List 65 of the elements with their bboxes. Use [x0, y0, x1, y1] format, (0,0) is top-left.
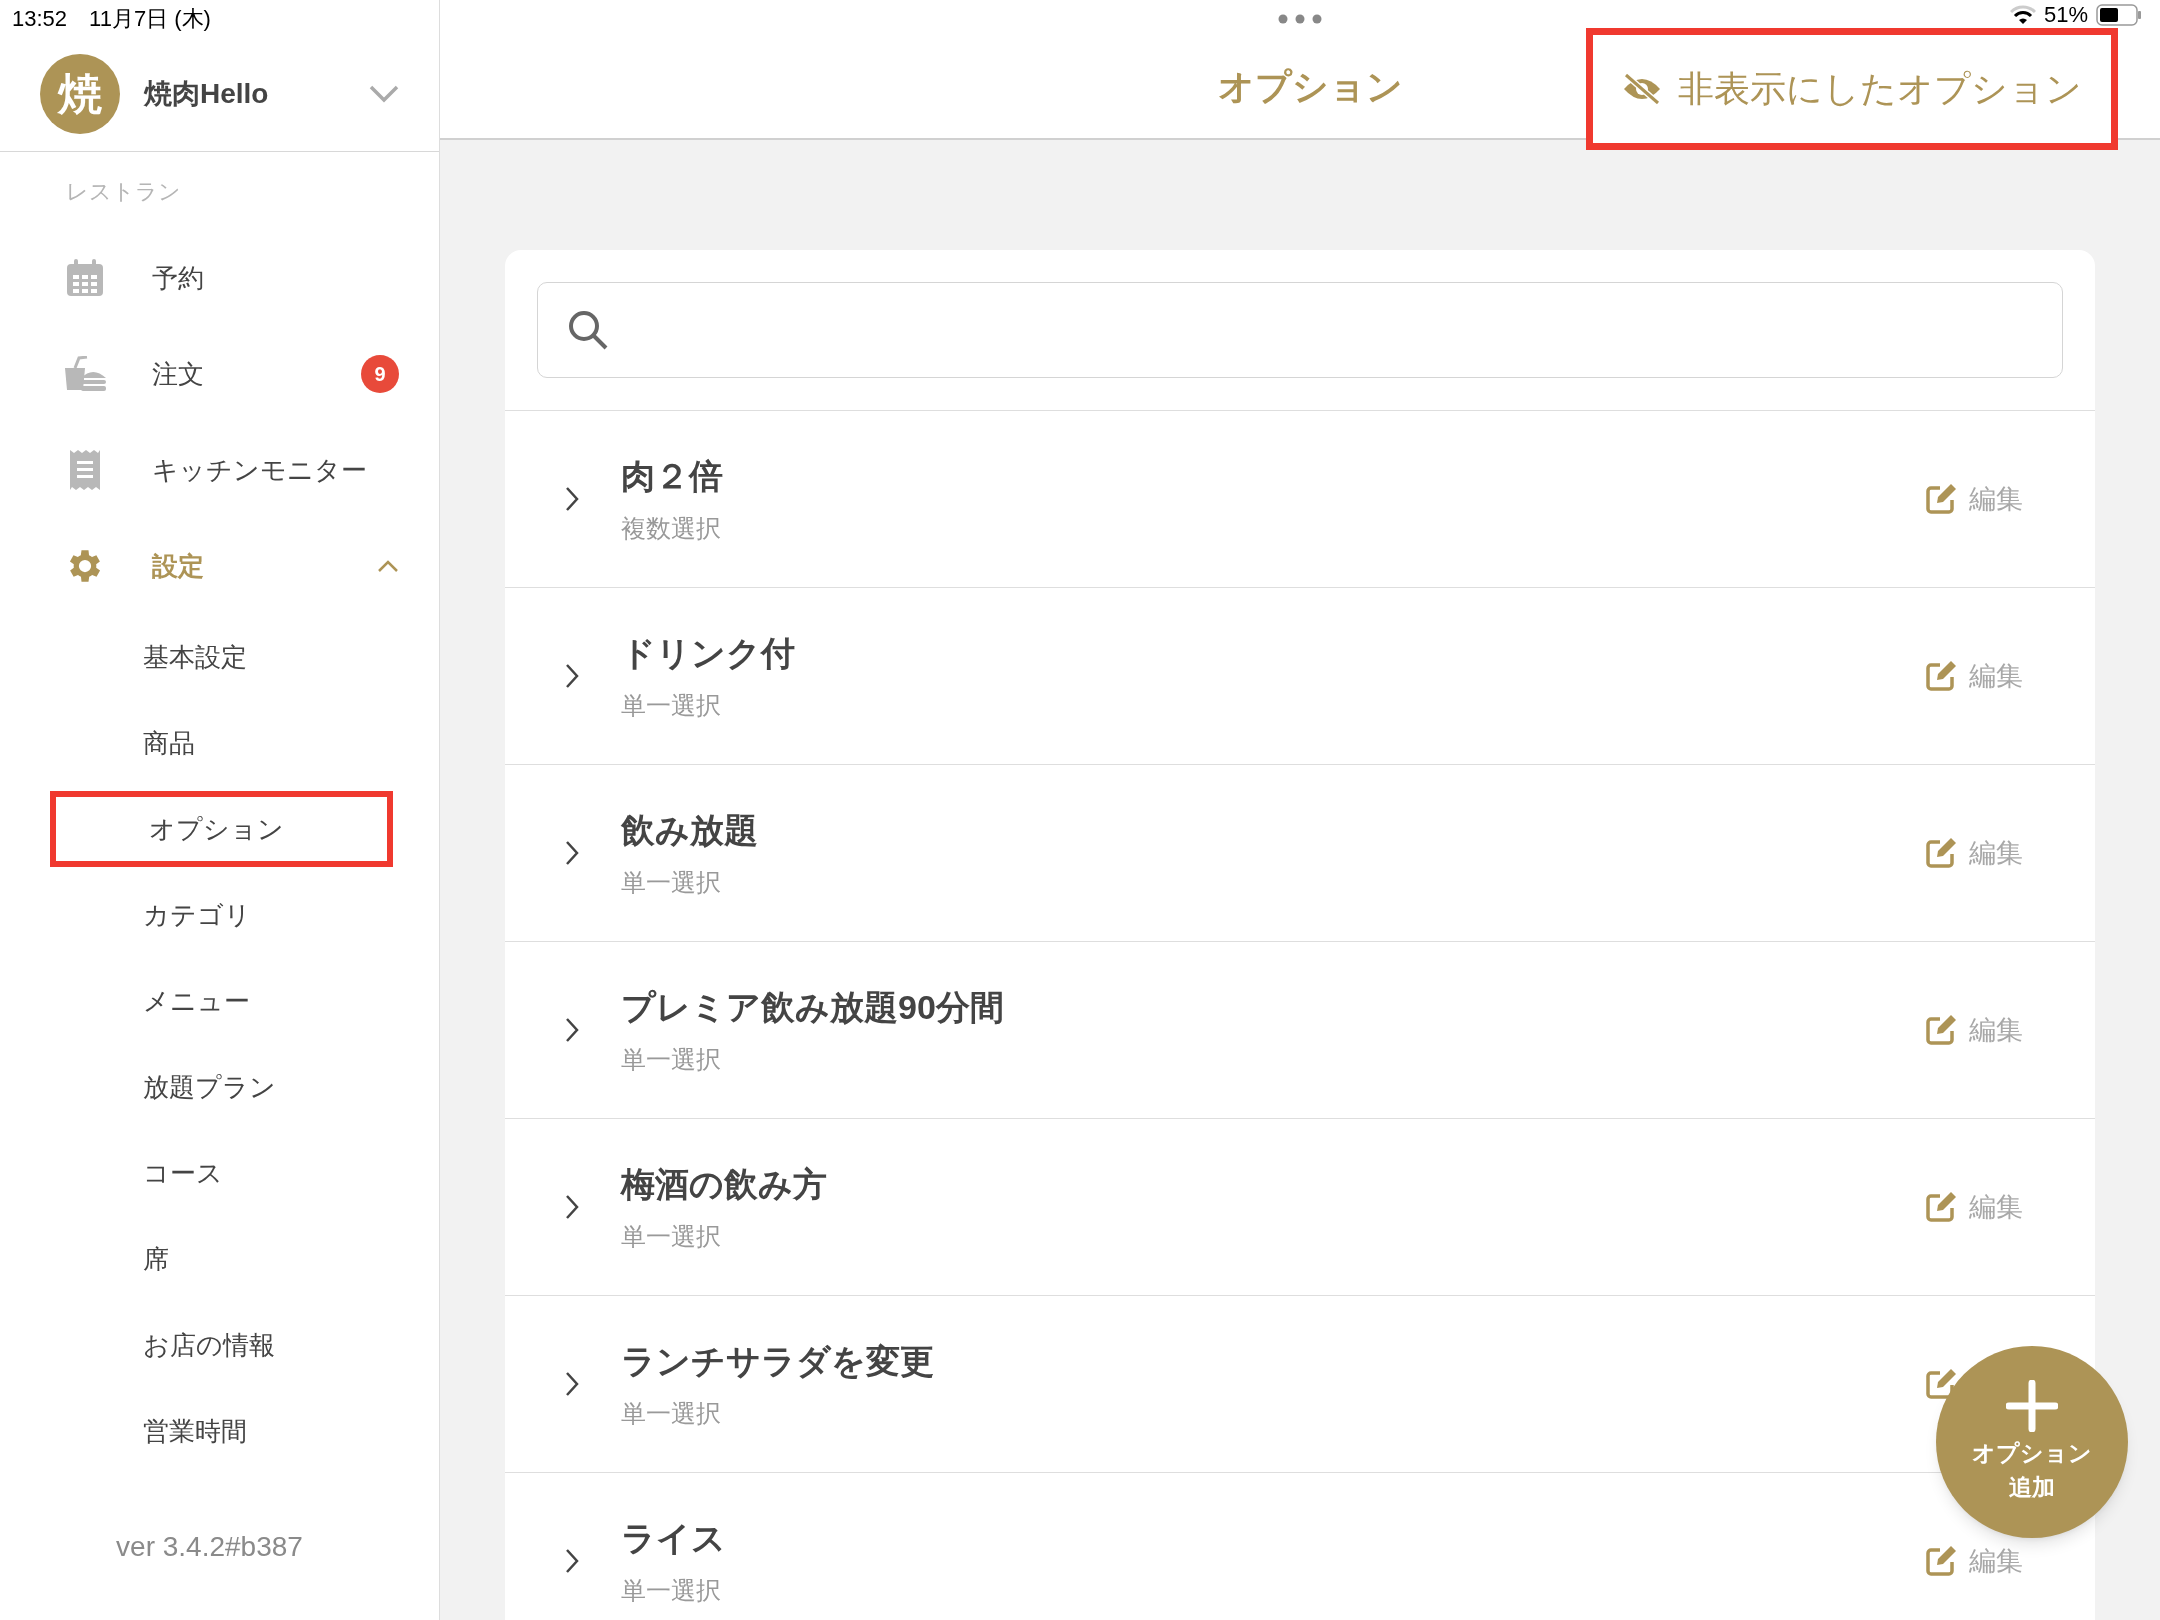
more-dots-icon[interactable] [1278, 14, 1322, 24]
option-type: 単一選択 [621, 1043, 722, 1075]
page-title: オプション [1217, 65, 1403, 109]
section-label: レストラン [66, 177, 181, 206]
chevron-right-icon[interactable] [565, 486, 579, 512]
count-badge: 9 [361, 355, 399, 393]
sidebar-subitem[interactable]: 放題プラン [50, 1049, 276, 1125]
option-type: 単一選択 [621, 1397, 722, 1429]
account-name[interactable]: 焼肉Hello [144, 72, 369, 115]
option-type: 単一選択 [621, 689, 722, 721]
sidebar-subitem[interactable]: コース [50, 1135, 223, 1211]
sidebar-label: 設定 [152, 549, 205, 583]
sidebar-label: キッチンモニター [152, 453, 368, 487]
option-name: 梅酒の飲み方 [621, 1163, 828, 1205]
status-time: 13:52 [12, 4, 68, 33]
sidebar-subitem[interactable]: 席 [50, 1221, 169, 1297]
wifi-icon [2009, 5, 2036, 25]
eye-slash-icon [1622, 73, 1662, 105]
chevron-right-icon[interactable] [565, 663, 579, 689]
sidebar-item[interactable]: 予約 [0, 230, 439, 326]
option-name: ドリンク付 [621, 632, 796, 674]
search-field[interactable] [537, 282, 2063, 378]
option-type: 単一選択 [621, 1220, 722, 1252]
option-type: 単一選択 [621, 866, 722, 898]
battery-percent: 51% [2043, 4, 2088, 26]
option-name: ライス [621, 1517, 727, 1559]
sidebar-subitem[interactable]: オプション [50, 791, 393, 867]
avatar: 焼 [40, 53, 120, 134]
calendar-icon [65, 258, 105, 298]
chevron-right-icon[interactable] [565, 1017, 579, 1043]
sidebar-subitem[interactable]: メニュー [50, 963, 250, 1039]
drink-burger-icon [63, 356, 107, 392]
option-name: プレミア飲み放題90分間 [621, 986, 1005, 1028]
version-label: ver 3.4.2#b387 [116, 1530, 303, 1564]
sidebar-subitem[interactable]: お店の情報 [50, 1307, 275, 1383]
chevron-right-icon[interactable] [565, 1371, 579, 1397]
option-name: ランチサラダを変更 [621, 1340, 935, 1382]
sidebar-subitem[interactable]: 営業時間 [50, 1393, 247, 1469]
chevron-right-icon[interactable] [565, 840, 579, 866]
sidebar-subitem[interactable]: カテゴリ [50, 877, 251, 953]
chevron-right-icon[interactable] [565, 1194, 579, 1220]
receipt-icon [69, 449, 101, 491]
option-type: 単一選択 [621, 1574, 722, 1606]
search-icon [566, 308, 610, 352]
sidebar-item[interactable]: キッチンモニター [0, 422, 439, 518]
sidebar-label: 予約 [152, 261, 205, 295]
edit-icon [1925, 1191, 1957, 1223]
status-date: 11月7日 (木) [89, 4, 211, 33]
sidebar-item[interactable]: 注文 9 [0, 326, 439, 422]
option-type: 複数選択 [621, 512, 722, 544]
edit-icon [1925, 1368, 1957, 1400]
edit-icon [1925, 837, 1957, 869]
chevron-up-icon[interactable] [377, 559, 399, 573]
edit-icon [1925, 1014, 1957, 1046]
plus-icon [2006, 1380, 2058, 1432]
edit-icon [1925, 483, 1957, 515]
option-name: 飲み放題 [621, 809, 759, 851]
battery-icon [2096, 4, 2142, 26]
chevron-right-icon[interactable] [565, 1548, 579, 1574]
sidebar-label: 注文 [152, 357, 205, 391]
sidebar-subitem[interactable]: 商品 [50, 705, 195, 781]
edit-icon [1925, 1545, 1957, 1577]
option-name: 肉２倍 [621, 455, 724, 497]
sidebar-subitem[interactable]: 基本設定 [50, 619, 247, 695]
edit-icon [1925, 660, 1957, 692]
